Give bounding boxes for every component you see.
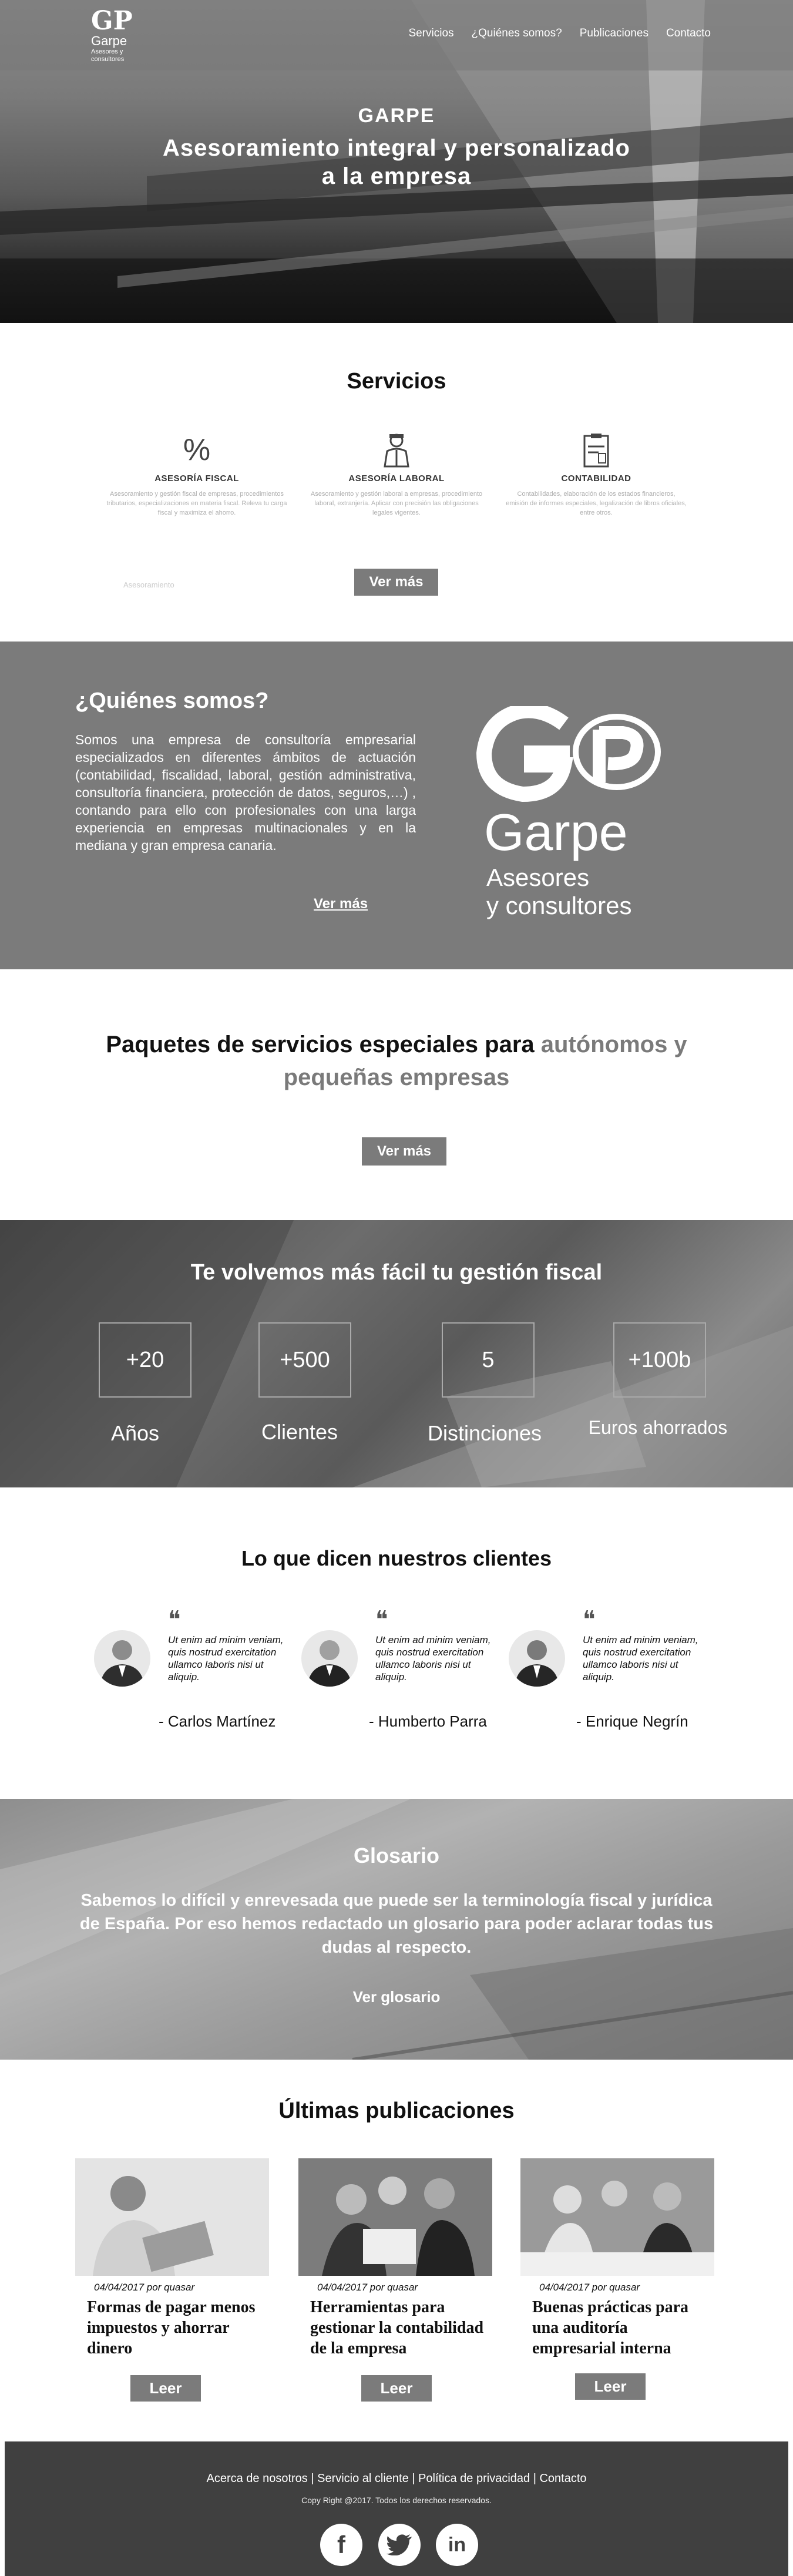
facebook-icon[interactable]: f	[320, 2524, 362, 2566]
publicaciones-section: Últimas publicaciones 04/04/2017 por qua…	[0, 2060, 793, 2441]
footer: Acerca de nosotros | Servicio al cliente…	[0, 2441, 793, 2576]
service-title: CONTABILIDAD	[561, 473, 631, 483]
service-card-fiscal: % ASESORÍA FISCAL Asesoramiento y gestió…	[106, 432, 288, 518]
paquetes-ver-mas-button[interactable]: Ver más	[362, 1137, 446, 1166]
publicaciones-title: Últimas publicaciones	[278, 2098, 515, 2123]
quienes-somos-section: ¿Quiénes somos? Somos una empresa de con…	[0, 642, 793, 969]
service-title: ASESORÍA LABORAL	[348, 473, 445, 483]
faint-label: Asesoramiento	[123, 580, 174, 589]
stat-savings-label: Euros ahorrados	[588, 1417, 728, 1438]
clipboard-icon	[579, 432, 614, 468]
site-logo[interactable]: GP Garpe Asesores y consultores	[91, 8, 156, 73]
hero-section: GP Garpe Asesores y consultores Servicio…	[0, 0, 793, 323]
testimonial-card: ❝ Ut enim ad minim veniam, quis nostrud …	[94, 1608, 294, 1743]
stat-clients-label: Clientes	[261, 1420, 338, 1444]
service-card-contabilidad: CONTABILIDAD Contabilidades, elaboración…	[505, 432, 687, 518]
testimonial-author: - Humberto Parra	[369, 1712, 487, 1730]
glosario-text: Sabemos lo difícil y enrevesada que pued…	[79, 1891, 714, 1957]
publication-meta: 04/04/2017 por quasar	[317, 2282, 418, 2293]
publication-image	[298, 2158, 492, 2276]
service-title: ASESORÍA FISCAL	[154, 473, 239, 483]
linkedin-icon[interactable]: in	[436, 2524, 478, 2566]
service-description: Contabilidades, elaboración de los estad…	[506, 491, 687, 516]
hero-subtitle: Asesoramiento integral y personalizado a…	[163, 135, 630, 189]
service-description: Asesoramiento y gestión fiscal de empres…	[106, 491, 287, 516]
quote-icon: ❝	[375, 1606, 388, 1633]
testimonial-card: ❝ Ut enim ad minim veniam, quis nostrud …	[509, 1608, 708, 1743]
publication-card[interactable]: 04/04/2017 por quasar Buenas prácticas p…	[520, 2158, 714, 2359]
testimonial-author: - Carlos Martínez	[159, 1712, 276, 1730]
avatar	[509, 1630, 565, 1687]
logo-subtitle: Asesores y consultores	[91, 48, 125, 63]
top-navbar: GP Garpe Asesores y consultores Servicio…	[0, 0, 793, 70]
big-logo-subtitle: Asesores y consultores	[486, 864, 631, 920]
publication-meta: 04/04/2017 por quasar	[94, 2282, 195, 2293]
publication-title[interactable]: Formas de pagar menos impuestos y ahorra…	[87, 2297, 263, 2359]
testimonial-author: - Enrique Negrín	[576, 1712, 688, 1730]
quienes-title: ¿Quiénes somos?	[75, 688, 269, 713]
servicios-section: Servicios % ASESORÍA FISCAL Asesoramient…	[0, 323, 793, 642]
fiscal-title: Te volvemos más fácil tu gestión fiscal	[190, 1260, 603, 1285]
avatar	[94, 1630, 150, 1687]
paquetes-section: Paquetes de servicios especiales para au…	[0, 969, 793, 1220]
logo-mark: GP	[91, 6, 133, 36]
stat-savings-box: +100b	[613, 1322, 706, 1398]
publication-card[interactable]: 04/04/2017 por quasar Formas de pagar me…	[75, 2158, 269, 2359]
glosario-section: Glosario Sabemos lo difícil y enrevesada…	[0, 1799, 793, 2060]
testimonial-text: Ut enim ad minim veniam, quis nostrud ex…	[375, 1634, 491, 1682]
ver-glosario-link[interactable]: Ver glosario	[0, 1988, 793, 2006]
testimonios-title: Lo que dicen nuestros clientes	[241, 1546, 552, 1570]
testimonial-text: Ut enim ad minim veniam, quis nostrud ex…	[168, 1634, 284, 1682]
testimonial-text: Ut enim ad minim veniam, quis nostrud ex…	[583, 1634, 698, 1682]
stat-clients-box: +500	[258, 1322, 351, 1398]
nav-link-servicios[interactable]: Servicios	[408, 27, 453, 40]
worker-icon	[379, 432, 414, 468]
quote-icon: ❝	[168, 1606, 181, 1633]
fiscal-stats-section: Te volvemos más fácil tu gestión fiscal …	[0, 1220, 793, 1487]
service-card-laboral: ASESORÍA LABORAL Asesoramiento y gestión…	[305, 432, 488, 518]
percent-icon: %	[183, 433, 211, 467]
publication-image	[75, 2158, 269, 2276]
paquetes-title: Paquetes de servicios especiales para au…	[82, 1028, 711, 1094]
quote-icon: ❝	[583, 1606, 596, 1633]
twitter-icon[interactable]	[378, 2524, 421, 2566]
garpe-logo: Garpe Asesores y consultores	[476, 703, 670, 929]
nav-link-quienes-somos[interactable]: ¿Quiénes somos?	[472, 27, 562, 40]
publication-title[interactable]: Herramientas para gestionar la contabili…	[310, 2297, 486, 2359]
footer-links[interactable]: Acerca de nosotros | Servicio al cliente…	[5, 2472, 788, 2486]
publication-card[interactable]: 04/04/2017 por quasar Herramientas para …	[298, 2158, 492, 2359]
big-logo-name: Garpe	[484, 803, 628, 861]
publication-meta: 04/04/2017 por quasar	[539, 2282, 640, 2293]
stat-distinctions-box: 5	[442, 1322, 535, 1398]
hero-title: GARPE	[358, 105, 435, 127]
logo-name: Garpe	[91, 33, 127, 48]
avatar	[301, 1630, 358, 1687]
leer-button[interactable]: Leer	[361, 2375, 432, 2402]
big-logo-subtitle-line1: Asesores	[486, 864, 590, 891]
publication-image	[520, 2158, 714, 2276]
publication-title[interactable]: Buenas prácticas para una auditoría empr…	[532, 2297, 708, 2359]
leer-button[interactable]: Leer	[575, 2373, 646, 2400]
servicios-title: Servicios	[347, 369, 446, 394]
nav-link-publicaciones[interactable]: Publicaciones	[580, 27, 648, 40]
quienes-text: Somos una empresa de consultoría empresa…	[75, 732, 416, 853]
nav-link-contacto[interactable]: Contacto	[666, 27, 711, 40]
leer-button[interactable]: Leer	[130, 2375, 201, 2402]
servicios-ver-mas-button[interactable]: Ver más	[354, 569, 438, 596]
stat-years-box: +20	[99, 1322, 191, 1398]
glosario-title: Glosario	[353, 1843, 440, 1868]
stat-years-label: Años	[110, 1421, 160, 1445]
big-logo-subtitle-line2: y consultores	[486, 892, 632, 919]
stat-distinctions-label: Distinciones	[427, 1421, 542, 1445]
quienes-ver-mas-link[interactable]: Ver más	[314, 896, 368, 912]
gp-logo-mark	[476, 703, 661, 802]
nav-menu: Servicios ¿Quiénes somos? Publicaciones …	[408, 27, 711, 40]
testimonial-card: ❝ Ut enim ad minim veniam, quis nostrud …	[301, 1608, 501, 1743]
footer-copyright: Copy Right @2017. Todos los derechos res…	[301, 2496, 492, 2505]
paquetes-title-main: Paquetes de servicios especiales para	[106, 1032, 541, 1057]
service-description: Asesoramiento y gestión laboral a empres…	[310, 491, 483, 516]
testimonios-section: Lo que dicen nuestros clientes ❝ Ut enim…	[0, 1487, 793, 1799]
